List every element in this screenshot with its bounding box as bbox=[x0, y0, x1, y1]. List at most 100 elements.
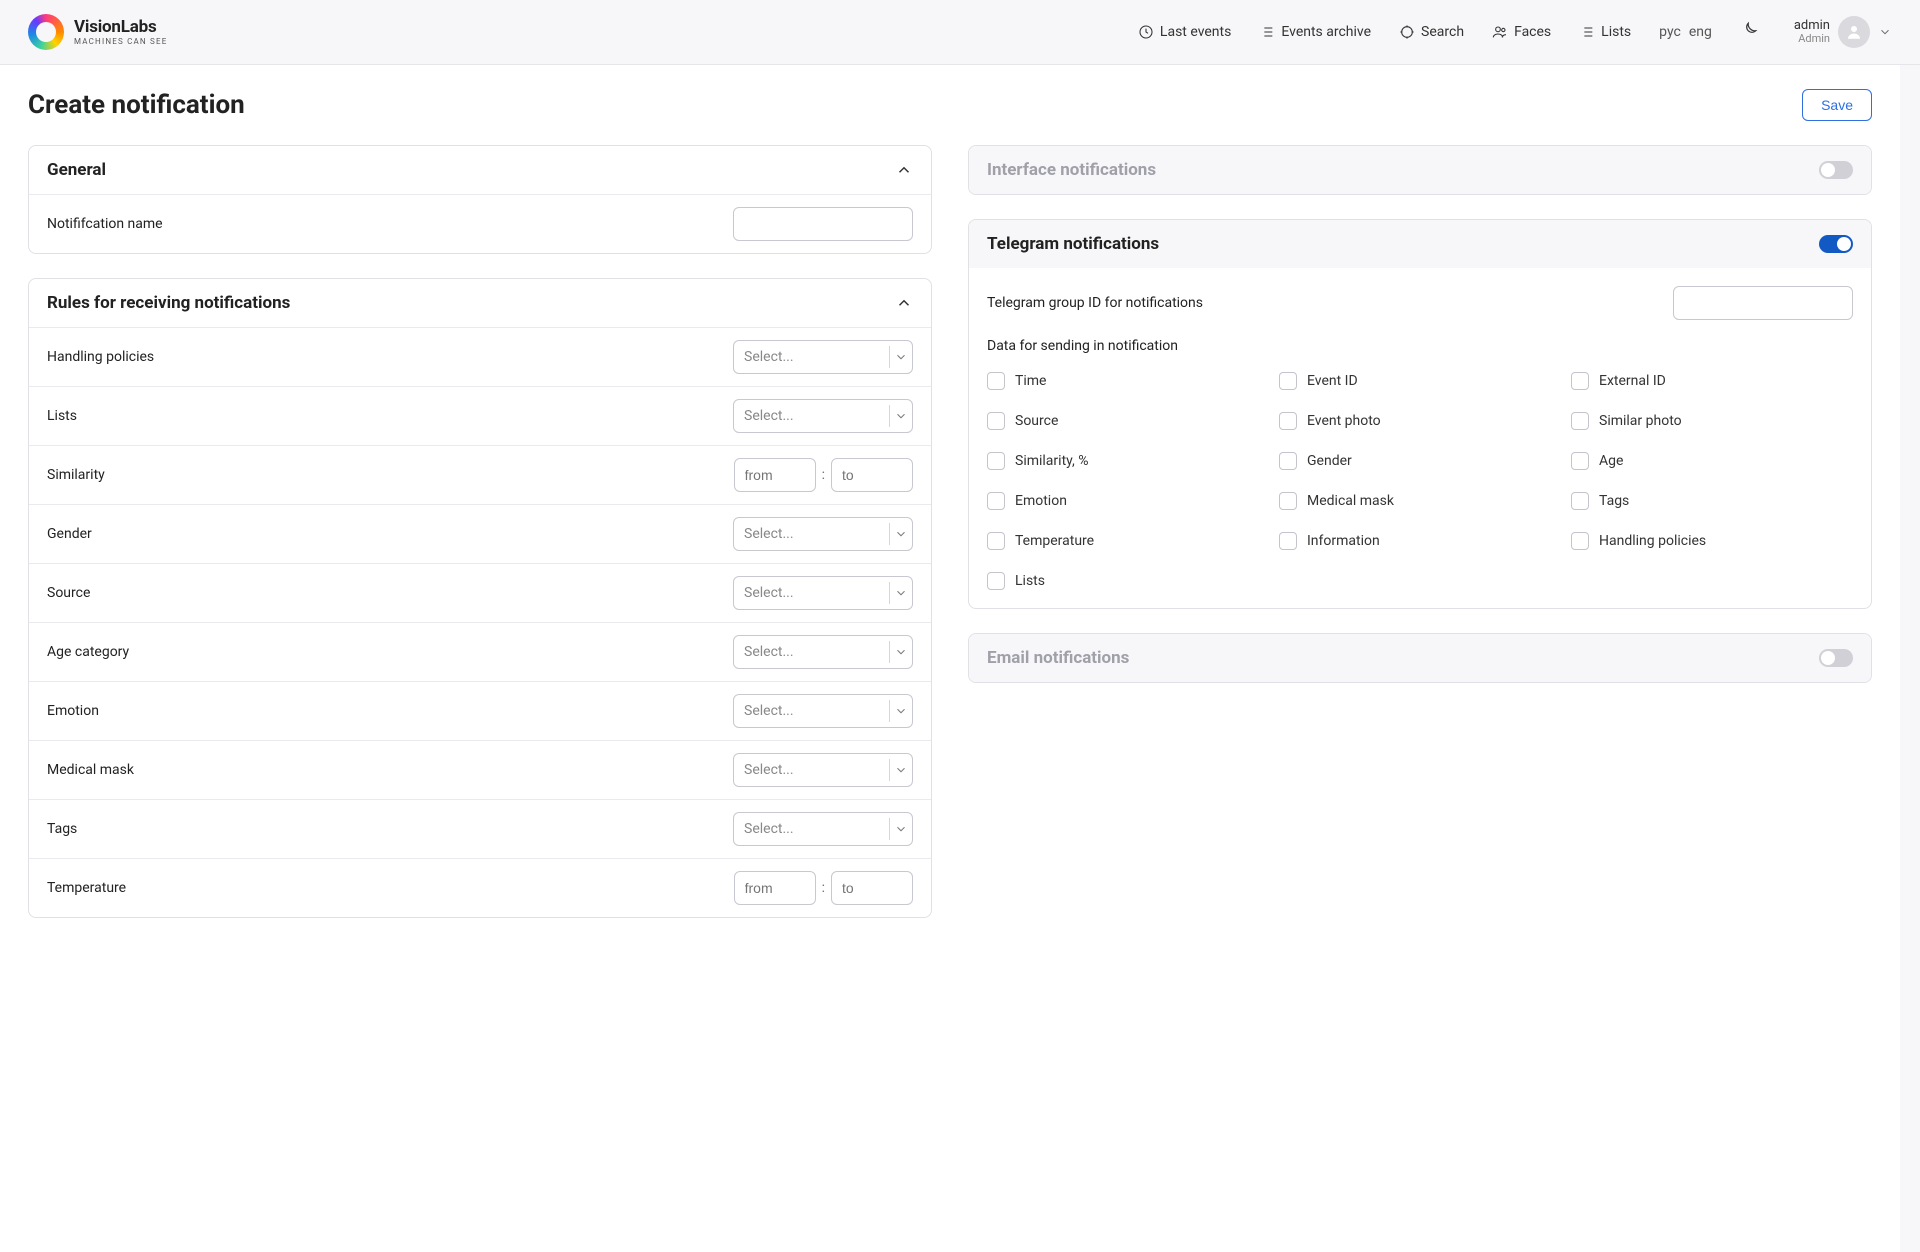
range-separator: : bbox=[822, 467, 825, 483]
rule-lists-select[interactable]: Select... bbox=[733, 399, 913, 433]
chk-event-photo[interactable]: Event photo bbox=[1279, 412, 1561, 430]
crosshair-icon bbox=[1399, 24, 1415, 40]
nav-faces[interactable]: Faces bbox=[1492, 24, 1551, 40]
telegram-notifications-toggle[interactable] bbox=[1819, 235, 1853, 253]
chk-lists[interactable]: Lists bbox=[987, 572, 1269, 590]
chk-information[interactable]: Information bbox=[1279, 532, 1561, 550]
rule-similarity-to[interactable] bbox=[831, 458, 913, 492]
telegram-group-id-input[interactable] bbox=[1673, 286, 1853, 320]
section-general-header[interactable]: General bbox=[29, 146, 931, 194]
rule-emotion-select[interactable]: Select... bbox=[733, 694, 913, 728]
chk-emotion[interactable]: Emotion bbox=[987, 492, 1269, 510]
nav-lists-label: Lists bbox=[1601, 24, 1631, 40]
rule-temperature-label: Temperature bbox=[47, 880, 126, 896]
moon-icon bbox=[1740, 21, 1758, 39]
section-rules-header[interactable]: Rules for receiving notifications bbox=[29, 279, 931, 327]
nav-events-archive[interactable]: Events archive bbox=[1259, 24, 1371, 40]
rule-medical-mask-select[interactable]: Select... bbox=[733, 753, 913, 787]
chevron-down-icon bbox=[894, 586, 908, 600]
interface-notifications-title: Interface notifications bbox=[987, 160, 1156, 180]
nav-search[interactable]: Search bbox=[1399, 24, 1464, 40]
chevron-down-icon bbox=[1878, 25, 1892, 39]
section-interface-notifications-header[interactable]: Interface notifications bbox=[969, 146, 1871, 194]
email-notifications-toggle[interactable] bbox=[1819, 649, 1853, 667]
rule-similarity-from[interactable] bbox=[734, 458, 816, 492]
chevron-down-icon bbox=[894, 409, 908, 423]
rule-source-select[interactable]: Select... bbox=[733, 576, 913, 610]
chk-similar-photo[interactable]: Similar photo bbox=[1571, 412, 1853, 430]
page-title: Create notification bbox=[28, 90, 245, 120]
rule-handling-policies-label: Handling policies bbox=[47, 349, 154, 365]
rule-age-category-select[interactable]: Select... bbox=[733, 635, 913, 669]
user-icon bbox=[1845, 23, 1863, 41]
user-role: Admin bbox=[1794, 33, 1830, 45]
chevron-up-icon bbox=[895, 294, 913, 312]
nav-lists[interactable]: Lists bbox=[1579, 24, 1631, 40]
chk-age[interactable]: Age bbox=[1571, 452, 1853, 470]
interface-notifications-toggle[interactable] bbox=[1819, 161, 1853, 179]
logo[interactable]: VisionLabs MACHINES CAN SEE bbox=[28, 14, 167, 50]
rule-tags-label: Tags bbox=[47, 821, 77, 837]
avatar bbox=[1838, 16, 1870, 48]
range-separator: : bbox=[822, 880, 825, 896]
chk-temperature[interactable]: Temperature bbox=[987, 532, 1269, 550]
nav-events-archive-label: Events archive bbox=[1281, 24, 1371, 40]
language-switch: рус eng bbox=[1659, 24, 1712, 40]
chk-handling-policies[interactable]: Handling policies bbox=[1571, 532, 1853, 550]
telegram-data-title: Data for sending in notification bbox=[987, 338, 1853, 354]
chk-time[interactable]: Time bbox=[987, 372, 1269, 390]
users-icon bbox=[1492, 24, 1508, 40]
save-button[interactable]: Save bbox=[1802, 89, 1872, 121]
rule-tags-select[interactable]: Select... bbox=[733, 812, 913, 846]
notification-name-input[interactable] bbox=[733, 207, 913, 241]
chk-external-id[interactable]: External ID bbox=[1571, 372, 1853, 390]
lang-ru[interactable]: рус bbox=[1659, 24, 1681, 40]
section-email-notifications: Email notifications bbox=[968, 633, 1872, 683]
rule-temperature-to[interactable] bbox=[831, 871, 913, 905]
clock-icon bbox=[1138, 24, 1154, 40]
chevron-down-icon bbox=[894, 822, 908, 836]
brand-name: VisionLabs bbox=[74, 19, 167, 36]
theme-toggle[interactable] bbox=[1740, 21, 1758, 43]
nav-search-label: Search bbox=[1421, 24, 1464, 40]
user-name: admin bbox=[1794, 19, 1830, 33]
section-general-title: General bbox=[47, 160, 106, 180]
chk-similarity-pct[interactable]: Similarity, % bbox=[987, 452, 1269, 470]
chevron-down-icon bbox=[894, 527, 908, 541]
rule-temperature-from[interactable] bbox=[734, 871, 816, 905]
section-email-notifications-header[interactable]: Email notifications bbox=[969, 634, 1871, 682]
telegram-title: Telegram notifications bbox=[987, 234, 1159, 254]
chk-medical-mask[interactable]: Medical mask bbox=[1279, 492, 1561, 510]
chevron-down-icon bbox=[894, 645, 908, 659]
section-general: General Notififcation name bbox=[28, 145, 932, 254]
rule-gender-select[interactable]: Select... bbox=[733, 517, 913, 551]
section-rules-title: Rules for receiving notifications bbox=[47, 293, 290, 313]
rule-medical-mask-label: Medical mask bbox=[47, 762, 134, 778]
rule-lists-label: Lists bbox=[47, 408, 77, 424]
notification-name-label: Notififcation name bbox=[47, 216, 163, 232]
rule-source-label: Source bbox=[47, 585, 90, 601]
rule-similarity-label: Similarity bbox=[47, 467, 105, 483]
section-telegram-notifications-header[interactable]: Telegram notifications bbox=[969, 220, 1871, 268]
rule-gender-label: Gender bbox=[47, 526, 92, 542]
topbar: VisionLabs MACHINES CAN SEE Last events … bbox=[0, 0, 1920, 65]
lang-en[interactable]: eng bbox=[1689, 24, 1712, 40]
section-interface-notifications: Interface notifications bbox=[968, 145, 1872, 195]
chevron-down-icon bbox=[894, 704, 908, 718]
chk-tags[interactable]: Tags bbox=[1571, 492, 1853, 510]
list-icon bbox=[1259, 24, 1275, 40]
chk-gender[interactable]: Gender bbox=[1279, 452, 1561, 470]
chk-source[interactable]: Source bbox=[987, 412, 1269, 430]
section-telegram-notifications: Telegram notifications Telegram group ID… bbox=[968, 219, 1872, 609]
telegram-group-id-label: Telegram group ID for notifications bbox=[987, 295, 1203, 311]
list-icon bbox=[1579, 24, 1595, 40]
nav-last-events[interactable]: Last events bbox=[1138, 24, 1231, 40]
user-menu[interactable]: admin Admin bbox=[1794, 16, 1892, 48]
rule-age-category-label: Age category bbox=[47, 644, 129, 660]
chevron-down-icon bbox=[894, 350, 908, 364]
nav-faces-label: Faces bbox=[1514, 24, 1551, 40]
brand-tagline: MACHINES CAN SEE bbox=[74, 38, 167, 46]
rule-handling-policies-select[interactable]: Select... bbox=[733, 340, 913, 374]
chk-event-id[interactable]: Event ID bbox=[1279, 372, 1561, 390]
chevron-up-icon bbox=[895, 161, 913, 179]
